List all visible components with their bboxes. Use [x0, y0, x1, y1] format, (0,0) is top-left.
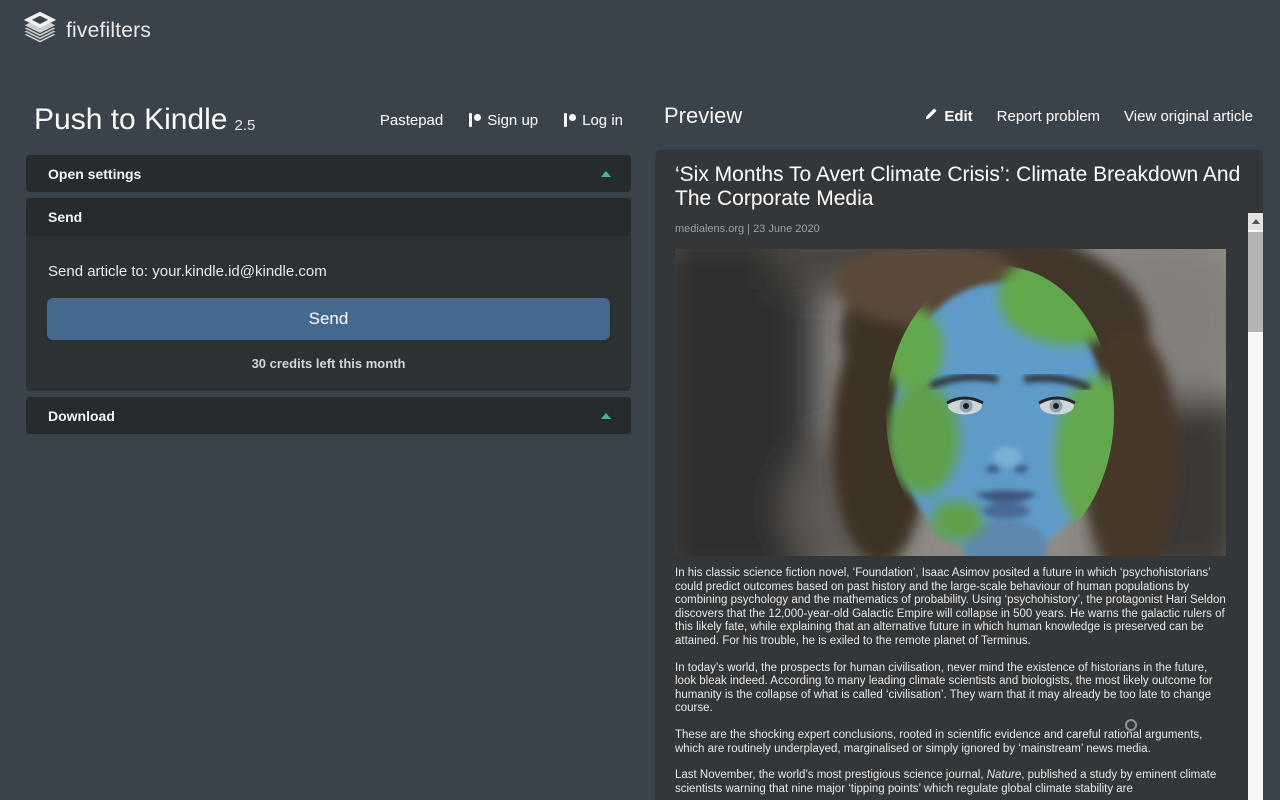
- paragraph-text: Last November, the world’s most prestigi…: [675, 769, 987, 782]
- left-header: Push to Kindle 2.5 Pastepad Sign up Log …: [34, 103, 623, 137]
- fivefilters-logo-text: fivefilters: [66, 18, 152, 42]
- send-panel-body: Send article to: your.kindle.id@kindle.c…: [26, 236, 631, 391]
- nav-pastepad-label: Pastepad: [379, 111, 444, 129]
- send-panel-header[interactable]: Send: [26, 198, 631, 236]
- article-scroll-area[interactable]: medialens.org | 23 June 2020 In his clas…: [655, 213, 1248, 796]
- article-preview-panel: ‘Six Months To Avert Climate Crisis’: Cl…: [655, 150, 1263, 800]
- pencil-icon: [924, 107, 938, 125]
- credits-remaining-label: 30 credits left this month: [251, 356, 406, 371]
- preview-actions: Edit Report problem View original articl…: [924, 107, 1253, 125]
- article-title: ‘Six Months To Avert Climate Crisis’: Cl…: [675, 163, 1241, 210]
- preview-scrollbar[interactable]: [1248, 213, 1263, 800]
- signup-flag-icon: [469, 113, 481, 127]
- app-title-text: Push to Kindle: [34, 103, 228, 136]
- fivefilters-logo[interactable]: fivefilters: [22, 10, 151, 51]
- report-problem-label: Report problem: [996, 107, 1101, 125]
- preview-header: Preview Edit Report problem View origina…: [664, 103, 1253, 129]
- nav-login-label: Log in: [582, 111, 623, 129]
- open-settings-label: Open settings: [48, 165, 142, 182]
- edit-link-label: Edit: [944, 107, 973, 125]
- nav-signup-label: Sign up: [487, 111, 539, 129]
- article-paragraph: In today’s world, the prospects for huma…: [675, 661, 1213, 715]
- send-button[interactable]: Send: [47, 298, 610, 340]
- login-flag-icon: [564, 113, 576, 127]
- nav-signup[interactable]: Sign up: [469, 112, 538, 129]
- page-title: Push to Kindle 2.5: [34, 103, 255, 137]
- report-problem-link[interactable]: Report problem: [997, 108, 1100, 125]
- article-paragraph: Last November, the world’s most prestigi…: [675, 769, 1228, 796]
- open-settings-toggle[interactable]: Open settings: [26, 155, 631, 192]
- article-paragraph: In his classic science fiction novel, ‘F…: [675, 567, 1226, 647]
- cursor-indicator: [1125, 719, 1137, 731]
- send-to-address-label: Send article to: your.kindle.id@kindle.c…: [48, 263, 327, 280]
- send-panel-label: Send: [48, 209, 83, 225]
- scrollbar-up-button[interactable]: [1248, 213, 1263, 230]
- view-original-article-link[interactable]: View original article: [1124, 108, 1253, 125]
- article-image: [675, 249, 1226, 556]
- chevron-up-icon: [601, 412, 611, 419]
- top-nav: Pastepad Sign up Log in: [380, 112, 623, 129]
- download-panel-toggle[interactable]: Download: [26, 397, 631, 434]
- edit-link[interactable]: Edit: [924, 107, 973, 125]
- chevron-up-icon: [601, 170, 611, 177]
- download-panel-label: Download: [48, 407, 115, 424]
- app-version: 2.5: [234, 117, 256, 134]
- article-source-line: medialens.org | 23 June 2020: [675, 223, 820, 235]
- scrollbar-thumb[interactable]: [1248, 232, 1263, 332]
- preview-heading: Preview: [664, 103, 743, 128]
- article-body: In his classic science fiction novel, ‘F…: [675, 567, 1228, 796]
- view-original-label: View original article: [1124, 107, 1253, 125]
- paragraph-italic-text: Nature: [986, 769, 1022, 782]
- nav-login[interactable]: Log in: [564, 112, 623, 129]
- article-paragraph: These are the shocking expert conclusion…: [675, 728, 1203, 755]
- fivefilters-logo-icon: [22, 10, 58, 51]
- nav-pastepad[interactable]: Pastepad: [380, 112, 443, 129]
